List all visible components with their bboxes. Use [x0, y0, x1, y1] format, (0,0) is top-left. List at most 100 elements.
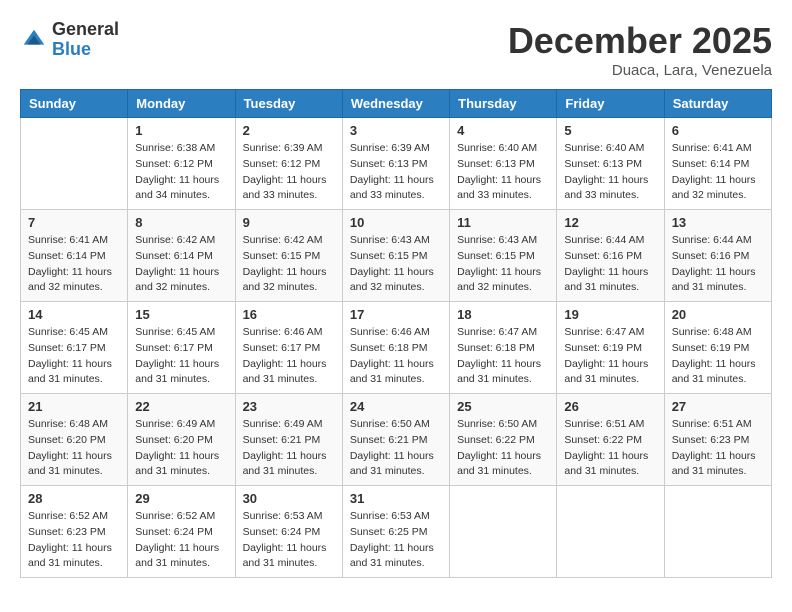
logo-general: General — [52, 20, 119, 40]
calendar-day-cell: 29Sunrise: 6:52 AM Sunset: 6:24 PM Dayli… — [128, 486, 235, 578]
day-info: Sunrise: 6:46 AM Sunset: 6:17 PM Dayligh… — [243, 325, 335, 388]
calendar-day-cell: 8 Sunrise: 6:42 AM Sunset: 6:14 PM Daylig… — [128, 210, 235, 302]
calendar-day-cell: 14Sunrise: 6:45 AM Sunset: 6:17 PM Dayli… — [21, 302, 128, 394]
page-header: General Blue December 2025 Duaca, Lara, … — [20, 20, 772, 79]
day-info: Sunrise: 6:50 AM Sunset: 6:22 PM Dayligh… — [457, 417, 549, 480]
day-number: 3 — [350, 123, 442, 138]
day-number: 6 — [672, 123, 764, 138]
day-number: 28 — [28, 491, 120, 506]
calendar-day-cell: 26Sunrise: 6:51 AM Sunset: 6:22 PM Dayli… — [557, 394, 664, 486]
day-number: 27 — [672, 399, 764, 414]
day-number: 22 — [135, 399, 227, 414]
day-info: Sunrise: 6:47 AM Sunset: 6:19 PM Dayligh… — [564, 325, 656, 388]
day-info: Sunrise: 6:44 AM Sunset: 6:16 PM Dayligh… — [564, 233, 656, 296]
day-info: Sunrise: 6:51 AM Sunset: 6:22 PM Dayligh… — [564, 417, 656, 480]
day-info: Sunrise: 6:47 AM Sunset: 6:18 PM Dayligh… — [457, 325, 549, 388]
calendar-day-cell: 13 Sunrise: 6:44 AM Sunset: 6:16 PM Dayli… — [664, 210, 771, 302]
day-info: Sunrise: 6:44 AM Sunset: 6:16 PM Dayligh… — [672, 233, 764, 296]
logo-text: General Blue — [52, 20, 119, 60]
calendar-week-row: 7 Sunrise: 6:41 AM Sunset: 6:14 PM Daylig… — [21, 210, 772, 302]
calendar-day-cell: 23Sunrise: 6:49 AM Sunset: 6:21 PM Dayli… — [235, 394, 342, 486]
calendar-week-row: 1 Sunrise: 6:38 AM Sunset: 6:12 PM Daylig… — [21, 118, 772, 210]
calendar-day-cell: 16 Sunrise: 6:46 AM Sunset: 6:17 PM Dayli… — [235, 302, 342, 394]
day-info: Sunrise: 6:52 AM Sunset: 6:23 PM Dayligh… — [28, 509, 120, 572]
calendar-day-cell: 19Sunrise: 6:47 AM Sunset: 6:19 PM Dayli… — [557, 302, 664, 394]
day-number: 15 — [135, 307, 227, 322]
calendar-day-cell — [21, 118, 128, 210]
day-info: Sunrise: 6:46 AM Sunset: 6:18 PM Dayligh… — [350, 325, 442, 388]
day-number: 31 — [350, 491, 442, 506]
calendar-day-cell: 5 Sunrise: 6:40 AM Sunset: 6:13 PM Daylig… — [557, 118, 664, 210]
calendar-table: SundayMondayTuesdayWednesdayThursdayFrid… — [20, 89, 772, 578]
day-info: Sunrise: 6:39 AM Sunset: 6:13 PM Dayligh… — [350, 141, 442, 204]
day-number: 5 — [564, 123, 656, 138]
day-info: Sunrise: 6:39 AM Sunset: 6:12 PM Dayligh… — [243, 141, 335, 204]
calendar-day-cell: 3 Sunrise: 6:39 AM Sunset: 6:13 PM Daylig… — [342, 118, 449, 210]
weekday-header: Saturday — [664, 90, 771, 118]
title-block: December 2025 Duaca, Lara, Venezuela — [508, 20, 772, 79]
day-number: 13 — [672, 215, 764, 230]
day-number: 18 — [457, 307, 549, 322]
calendar-day-cell: 6 Sunrise: 6:41 AM Sunset: 6:14 PM Daylig… — [664, 118, 771, 210]
day-number: 16 — [243, 307, 335, 322]
day-info: Sunrise: 6:45 AM Sunset: 6:17 PM Dayligh… — [135, 325, 227, 388]
weekday-header: Friday — [557, 90, 664, 118]
day-info: Sunrise: 6:43 AM Sunset: 6:15 PM Dayligh… — [350, 233, 442, 296]
calendar-day-cell: 20 Sunrise: 6:48 AM Sunset: 6:19 PM Dayli… — [664, 302, 771, 394]
calendar-day-cell: 11 Sunrise: 6:43 AM Sunset: 6:15 PM Dayli… — [450, 210, 557, 302]
calendar-day-cell: 17 Sunrise: 6:46 AM Sunset: 6:18 PM Dayli… — [342, 302, 449, 394]
weekday-header: Monday — [128, 90, 235, 118]
day-info: Sunrise: 6:48 AM Sunset: 6:20 PM Dayligh… — [28, 417, 120, 480]
day-number: 30 — [243, 491, 335, 506]
day-number: 12 — [564, 215, 656, 230]
calendar-day-cell: 2Sunrise: 6:39 AM Sunset: 6:12 PM Daylig… — [235, 118, 342, 210]
logo-blue: Blue — [52, 40, 119, 60]
calendar-day-cell: 28 Sunrise: 6:52 AM Sunset: 6:23 PM Dayli… — [21, 486, 128, 578]
day-number: 1 — [135, 123, 227, 138]
calendar-day-cell: 18 Sunrise: 6:47 AM Sunset: 6:18 PM Dayli… — [450, 302, 557, 394]
month-title: December 2025 — [508, 20, 772, 62]
weekday-header: Wednesday — [342, 90, 449, 118]
day-info: Sunrise: 6:42 AM Sunset: 6:14 PM Dayligh… — [135, 233, 227, 296]
day-info: Sunrise: 6:43 AM Sunset: 6:15 PM Dayligh… — [457, 233, 549, 296]
day-info: Sunrise: 6:51 AM Sunset: 6:23 PM Dayligh… — [672, 417, 764, 480]
day-info: Sunrise: 6:40 AM Sunset: 6:13 PM Dayligh… — [564, 141, 656, 204]
day-number: 20 — [672, 307, 764, 322]
weekday-header: Sunday — [21, 90, 128, 118]
day-info: Sunrise: 6:50 AM Sunset: 6:21 PM Dayligh… — [350, 417, 442, 480]
day-info: Sunrise: 6:41 AM Sunset: 6:14 PM Dayligh… — [672, 141, 764, 204]
day-info: Sunrise: 6:49 AM Sunset: 6:20 PM Dayligh… — [135, 417, 227, 480]
calendar-day-cell: 25 Sunrise: 6:50 AM Sunset: 6:22 PM Dayli… — [450, 394, 557, 486]
calendar-day-cell: 31 Sunrise: 6:53 AM Sunset: 6:25 PM Dayli… — [342, 486, 449, 578]
calendar-day-cell — [664, 486, 771, 578]
logo: General Blue — [20, 20, 119, 60]
day-number: 9 — [243, 215, 335, 230]
day-number: 8 — [135, 215, 227, 230]
day-info: Sunrise: 6:53 AM Sunset: 6:25 PM Dayligh… — [350, 509, 442, 572]
day-info: Sunrise: 6:38 AM Sunset: 6:12 PM Dayligh… — [135, 141, 227, 204]
weekday-header: Thursday — [450, 90, 557, 118]
calendar-header-row: SundayMondayTuesdayWednesdayThursdayFrid… — [21, 90, 772, 118]
day-number: 17 — [350, 307, 442, 322]
logo-icon — [20, 26, 48, 54]
calendar-week-row: 14Sunrise: 6:45 AM Sunset: 6:17 PM Dayli… — [21, 302, 772, 394]
calendar-day-cell: 15 Sunrise: 6:45 AM Sunset: 6:17 PM Dayli… — [128, 302, 235, 394]
day-info: Sunrise: 6:53 AM Sunset: 6:24 PM Dayligh… — [243, 509, 335, 572]
day-number: 25 — [457, 399, 549, 414]
calendar-day-cell — [557, 486, 664, 578]
calendar-day-cell — [450, 486, 557, 578]
calendar-day-cell: 7 Sunrise: 6:41 AM Sunset: 6:14 PM Daylig… — [21, 210, 128, 302]
calendar-day-cell: 12 Sunrise: 6:44 AM Sunset: 6:16 PM Dayli… — [557, 210, 664, 302]
day-info: Sunrise: 6:41 AM Sunset: 6:14 PM Dayligh… — [28, 233, 120, 296]
day-info: Sunrise: 6:45 AM Sunset: 6:17 PM Dayligh… — [28, 325, 120, 388]
weekday-header: Tuesday — [235, 90, 342, 118]
day-info: Sunrise: 6:48 AM Sunset: 6:19 PM Dayligh… — [672, 325, 764, 388]
day-info: Sunrise: 6:52 AM Sunset: 6:24 PM Dayligh… — [135, 509, 227, 572]
calendar-week-row: 21Sunrise: 6:48 AM Sunset: 6:20 PM Dayli… — [21, 394, 772, 486]
calendar-day-cell: 30 Sunrise: 6:53 AM Sunset: 6:24 PM Dayli… — [235, 486, 342, 578]
day-number: 11 — [457, 215, 549, 230]
location: Duaca, Lara, Venezuela — [508, 62, 772, 79]
calendar-day-cell: 24Sunrise: 6:50 AM Sunset: 6:21 PM Dayli… — [342, 394, 449, 486]
day-number: 7 — [28, 215, 120, 230]
day-number: 4 — [457, 123, 549, 138]
